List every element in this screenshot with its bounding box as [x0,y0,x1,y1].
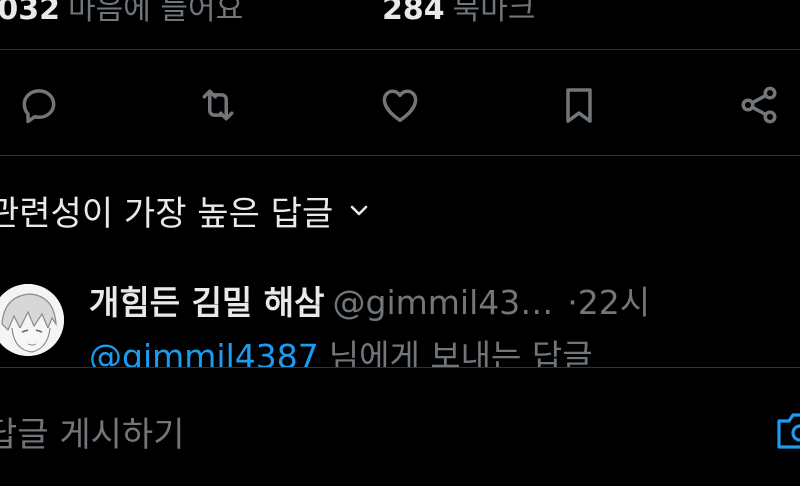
reply-item[interactable]: 개힘든 김밀 해삼 @gimmil43… ·22시 @gimmil4387 님에게 보… [0,268,800,368]
avatar[interactable] [0,284,64,356]
bookmarks-count: 284 [382,0,445,27]
timestamp[interactable]: 22시 [578,283,650,322]
reply-compose-bar: 답글 게시하기 [0,369,800,486]
reply-icon[interactable] [16,82,62,128]
bookmarks-stat[interactable]: 284 북마크 [382,0,535,28]
sort-label: 관련성이 가장 높은 답글 [0,193,334,234]
reply-to-text: 님에게 보내는 답글 [328,337,593,368]
separator-dot: · [567,283,578,322]
tweet-action-bar [0,51,800,156]
reply-sort-dropdown[interactable]: 관련성이 가장 높은 답글 [0,185,371,235]
camera-icon[interactable] [775,409,800,453]
like-icon[interactable] [377,82,423,128]
retweet-icon[interactable] [195,82,241,128]
chevron-down-icon [350,205,368,216]
reply-input[interactable]: 답글 게시하기 [0,407,185,456]
share-icon[interactable] [736,82,782,128]
bookmarks-label: 북마크 [452,0,536,27]
likes-stat[interactable]: ,032 마음에 들어요 [0,0,243,28]
reply-header: 개힘든 김밀 해삼 @gimmil43… ·22시 [89,276,650,324]
display-name[interactable]: 개힘든 김밀 해삼 [89,283,325,322]
reply-context: @gimmil4387 님에게 보내는 답글 [89,330,593,368]
user-handle[interactable]: @gimmil43… [333,283,554,322]
mention-link[interactable]: @gimmil4387 [89,337,319,367]
likes-label: 마음에 들어요 [68,0,244,27]
likes-count: ,032 [0,0,61,27]
bookmark-icon[interactable] [556,82,602,128]
engagement-stats: ,032 마음에 들어요 284 북마크 [0,0,800,50]
